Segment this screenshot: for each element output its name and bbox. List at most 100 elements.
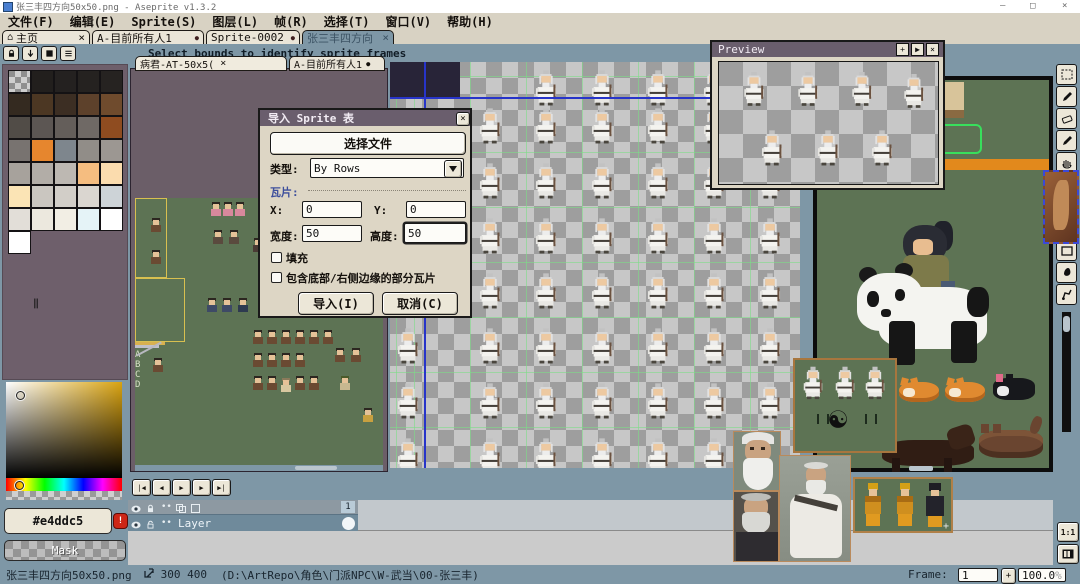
palette-options-icon[interactable] — [60, 46, 76, 61]
ref-image-floating[interactable] — [1043, 170, 1079, 244]
layer-row[interactable]: •• Layer — [128, 514, 358, 531]
reference-photo-elder-face[interactable] — [733, 431, 781, 491]
frame-number-header[interactable]: 1 — [341, 501, 355, 513]
import-button[interactable]: 导入(I) — [298, 292, 374, 315]
palette-swatch[interactable] — [54, 139, 77, 162]
green-doc-scroll-thumb[interactable] — [909, 466, 933, 471]
palette-swatch[interactable] — [77, 139, 100, 162]
palette-swatch[interactable] — [8, 116, 31, 139]
palette-swatch[interactable] — [31, 116, 54, 139]
padding-checkbox[interactable] — [271, 252, 282, 263]
frame-input[interactable]: 1 — [958, 568, 998, 582]
menu-item-3[interactable]: Sprite(S) — [123, 15, 204, 29]
tab-close-icon[interactable]: × — [382, 31, 389, 44]
palette-swatch[interactable] — [54, 208, 77, 231]
dialog-title-bar[interactable]: 导入 Sprite 表 — [260, 110, 470, 126]
palette-swatch[interactable] — [31, 139, 54, 162]
frame-stepper-button[interactable]: + — [1001, 568, 1016, 584]
palette-swatch[interactable] — [31, 93, 54, 116]
tab-3[interactable]: Sprite-0002● — [206, 30, 300, 44]
tab-2[interactable]: A-目前所有人1● — [92, 30, 204, 44]
cancel-button[interactable]: 取消(C) — [382, 292, 458, 315]
palette-swatch[interactable] — [8, 162, 31, 185]
palette-swatch[interactable] — [100, 139, 123, 162]
menu-item-1[interactable]: 文件(F) — [0, 13, 62, 30]
tab-4[interactable]: 张三丰四方向× — [302, 30, 394, 44]
hex-color-field[interactable]: #e4ddc5 — [4, 508, 112, 534]
dropdown-arrow-icon[interactable] — [444, 160, 462, 178]
doc-scroll-thumb[interactable] — [295, 466, 337, 470]
continuous-icon[interactable]: •• — [161, 502, 172, 512]
layer-name[interactable]: Layer — [178, 517, 211, 530]
palette-swatch[interactable] — [54, 70, 77, 93]
tool-eyedropper-icon[interactable] — [1056, 130, 1077, 151]
hue-marker[interactable] — [15, 481, 24, 490]
menu-item-5[interactable]: 帧(R) — [266, 13, 316, 30]
palette-presets-icon[interactable] — [41, 46, 57, 61]
palette-swatch[interactable] — [100, 70, 123, 93]
alpha-slider[interactable] — [6, 491, 122, 500]
palette-swatch[interactable] — [100, 93, 123, 116]
cel-dot[interactable] — [342, 517, 355, 530]
maximize-button[interactable]: □ — [1030, 1, 1035, 11]
partial-tiles-checkbox[interactable] — [271, 272, 282, 283]
ref-sprite-window[interactable]: ☯ — [793, 358, 897, 453]
color-picker-box[interactable] — [6, 382, 122, 478]
menu-item-7[interactable]: 窗口(V) — [377, 13, 439, 30]
width-input[interactable]: 50 — [302, 225, 362, 242]
editor-scrollbar[interactable] — [1062, 312, 1071, 432]
hue-slider[interactable] — [6, 478, 122, 491]
layer-eye-icon[interactable] — [131, 514, 141, 533]
palette-swatch[interactable] — [31, 70, 54, 93]
mask-button[interactable]: Mask — [4, 540, 126, 561]
palette-swatch[interactable] — [100, 185, 123, 208]
tool-contour-icon[interactable] — [1056, 284, 1077, 305]
zoom-input[interactable]: 100.0% — [1018, 568, 1066, 582]
layer-continuous-icon[interactable]: •• — [161, 518, 172, 528]
palette-swatch[interactable] — [77, 162, 100, 185]
x-input[interactable]: 0 — [302, 201, 362, 218]
playback-play-icon[interactable]: ▶ — [172, 479, 191, 496]
palette-sort-icon[interactable] — [22, 46, 38, 61]
palette-swatch[interactable] — [31, 162, 54, 185]
editor-scroll-thumb[interactable] — [1063, 316, 1070, 332]
palette-swatch[interactable] — [8, 139, 31, 162]
palette-swatch[interactable] — [54, 116, 77, 139]
palette-swatch[interactable] — [8, 231, 31, 254]
height-input[interactable]: 50 — [404, 223, 466, 243]
menu-item-4[interactable]: 图层(L) — [204, 13, 266, 30]
timeline-toggle-icon[interactable] — [1057, 544, 1079, 564]
palette-swatch[interactable] — [8, 70, 31, 93]
tool-marquee-icon[interactable] — [1056, 64, 1077, 85]
palette-swatch[interactable] — [77, 208, 100, 231]
y-input[interactable]: 0 — [406, 201, 466, 218]
playback-first-icon[interactable]: |◀ — [132, 479, 151, 496]
preview-title-bar[interactable]: Preview +▶× — [712, 42, 943, 57]
menu-item-8[interactable]: 帮助(H) — [439, 13, 501, 30]
palette-swatch[interactable] — [77, 70, 100, 93]
palette-warning-button[interactable]: ! — [113, 513, 128, 529]
playback-last-icon[interactable]: ▶| — [212, 479, 231, 496]
tool-paint-bucket-icon[interactable] — [1056, 262, 1077, 283]
palette-lock-icon[interactable] — [3, 46, 19, 61]
preview-close-icon[interactable]: × — [926, 43, 939, 56]
playback-prev-icon[interactable]: ◀ — [152, 479, 171, 496]
tool-eraser-icon[interactable] — [1056, 108, 1077, 129]
zoom-1-1-button[interactable]: 1:1 — [1057, 522, 1079, 542]
palette-swatch[interactable] — [100, 208, 123, 231]
type-select[interactable]: By Rows — [310, 158, 464, 178]
picker-marker[interactable] — [16, 391, 25, 400]
palette-swatch[interactable] — [77, 185, 100, 208]
reference-photo-seated-elder[interactable] — [779, 455, 851, 562]
playback-next-icon[interactable]: ▶ — [192, 479, 211, 496]
preview-play-icon[interactable]: ▶ — [911, 43, 924, 56]
palette-swatch[interactable] — [31, 185, 54, 208]
choose-file-button[interactable]: 选择文件 — [270, 132, 466, 155]
preview-options-icon[interactable]: + — [896, 43, 909, 56]
palette-swatch[interactable] — [100, 162, 123, 185]
palette-swatch[interactable] — [54, 185, 77, 208]
palette-swatch[interactable] — [8, 208, 31, 231]
preview-canvas[interactable] — [718, 61, 939, 185]
tab-bingjun[interactable]: 病君-AT-50x5( × — [135, 56, 287, 71]
tab-close-icon[interactable]: × — [78, 31, 85, 44]
